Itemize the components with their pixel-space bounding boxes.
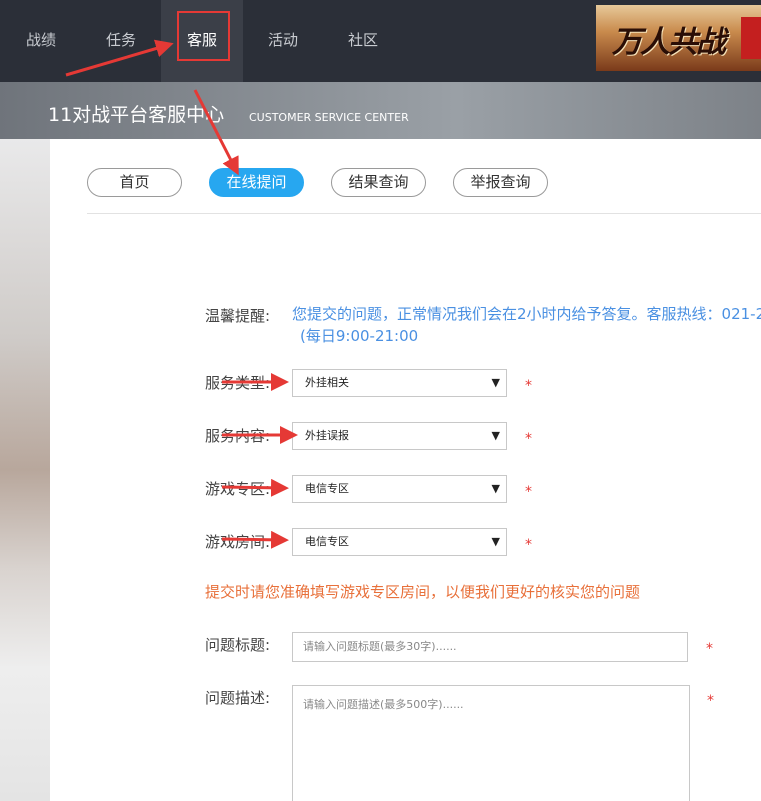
nav-item-tasks[interactable]: 任务 bbox=[94, 0, 148, 82]
tab-divider bbox=[87, 213, 761, 214]
top-nav: 战绩 任务 客服 活动 社区 万人共战 bbox=[0, 0, 761, 82]
question-desc-placeholder: 请输入问题描述(最多500字)...... bbox=[303, 698, 464, 711]
required-mark: * bbox=[525, 431, 532, 447]
chevron-down-icon: ▼ bbox=[491, 376, 500, 389]
required-mark: * bbox=[525, 537, 532, 553]
required-mark: * bbox=[525, 378, 532, 394]
question-desc-label: 问题描述: bbox=[205, 689, 271, 707]
nav-item-events[interactable]: 活动 bbox=[256, 0, 310, 82]
game-zone-value: 电信专区 bbox=[305, 482, 349, 495]
tab-home[interactable]: 首页 bbox=[87, 168, 182, 197]
tip-text: 您提交的问题，正常情况我们会在2小时内给予答复。客服热线：021-2 bbox=[292, 305, 761, 323]
page-title: 11对战平台客服中心 bbox=[48, 104, 225, 126]
game-zone-label: 游戏专区: bbox=[205, 480, 271, 498]
chevron-down-icon: ▼ bbox=[491, 482, 500, 495]
banner-accent bbox=[741, 17, 761, 59]
question-desc-textarea[interactable]: 请输入问题描述(最多500字)...... bbox=[292, 685, 690, 801]
tip-hours: (每日9:00-21:00 bbox=[300, 327, 419, 345]
tip-label: 温馨提醒: bbox=[205, 307, 271, 325]
required-mark: * bbox=[707, 693, 714, 709]
service-type-value: 外挂相关 bbox=[305, 376, 349, 389]
service-content-value: 外挂误报 bbox=[305, 429, 349, 442]
background-image bbox=[0, 139, 50, 801]
service-type-label: 服务类型: bbox=[205, 374, 271, 392]
service-content-label: 服务内容: bbox=[205, 427, 271, 445]
promo-banner[interactable]: 万人共战 bbox=[596, 5, 761, 71]
required-mark: * bbox=[706, 641, 713, 657]
nav-item-customer-service[interactable]: 客服 bbox=[161, 0, 243, 82]
service-content-select[interactable]: 外挂误报 ▼ bbox=[292, 422, 507, 450]
game-room-select[interactable]: 电信专区 ▼ bbox=[292, 528, 507, 556]
nav-item-community[interactable]: 社区 bbox=[336, 0, 390, 82]
question-title-placeholder: 请输入问题标题(最多30字)...... bbox=[303, 640, 457, 653]
chevron-down-icon: ▼ bbox=[491, 535, 500, 548]
required-mark: * bbox=[525, 484, 532, 500]
tab-report-query[interactable]: 举报查询 bbox=[453, 168, 548, 197]
page-subtitle: CUSTOMER SERVICE CENTER bbox=[249, 111, 409, 124]
question-title-input[interactable]: 请输入问题标题(最多30字)...... bbox=[292, 632, 688, 662]
tab-result-query[interactable]: 结果查询 bbox=[331, 168, 426, 197]
nav-item-record[interactable]: 战绩 bbox=[14, 0, 68, 82]
service-type-select[interactable]: 外挂相关 ▼ bbox=[292, 369, 507, 397]
promo-banner-text: 万人共战 bbox=[612, 25, 726, 60]
game-zone-select[interactable]: 电信专区 ▼ bbox=[292, 475, 507, 503]
tab-online-question[interactable]: 在线提问 bbox=[209, 168, 304, 197]
game-room-label: 游戏房间: bbox=[205, 533, 271, 551]
page-header: 11对战平台客服中心 CUSTOMER SERVICE CENTER bbox=[0, 82, 761, 139]
zone-warning-text: 提交时请您准确填写游戏专区房间，以便我们更好的核实您的问题 bbox=[205, 583, 641, 601]
question-title-label: 问题标题: bbox=[205, 636, 271, 654]
game-room-value: 电信专区 bbox=[305, 535, 349, 548]
chevron-down-icon: ▼ bbox=[491, 429, 500, 442]
highlight-box bbox=[177, 11, 230, 61]
